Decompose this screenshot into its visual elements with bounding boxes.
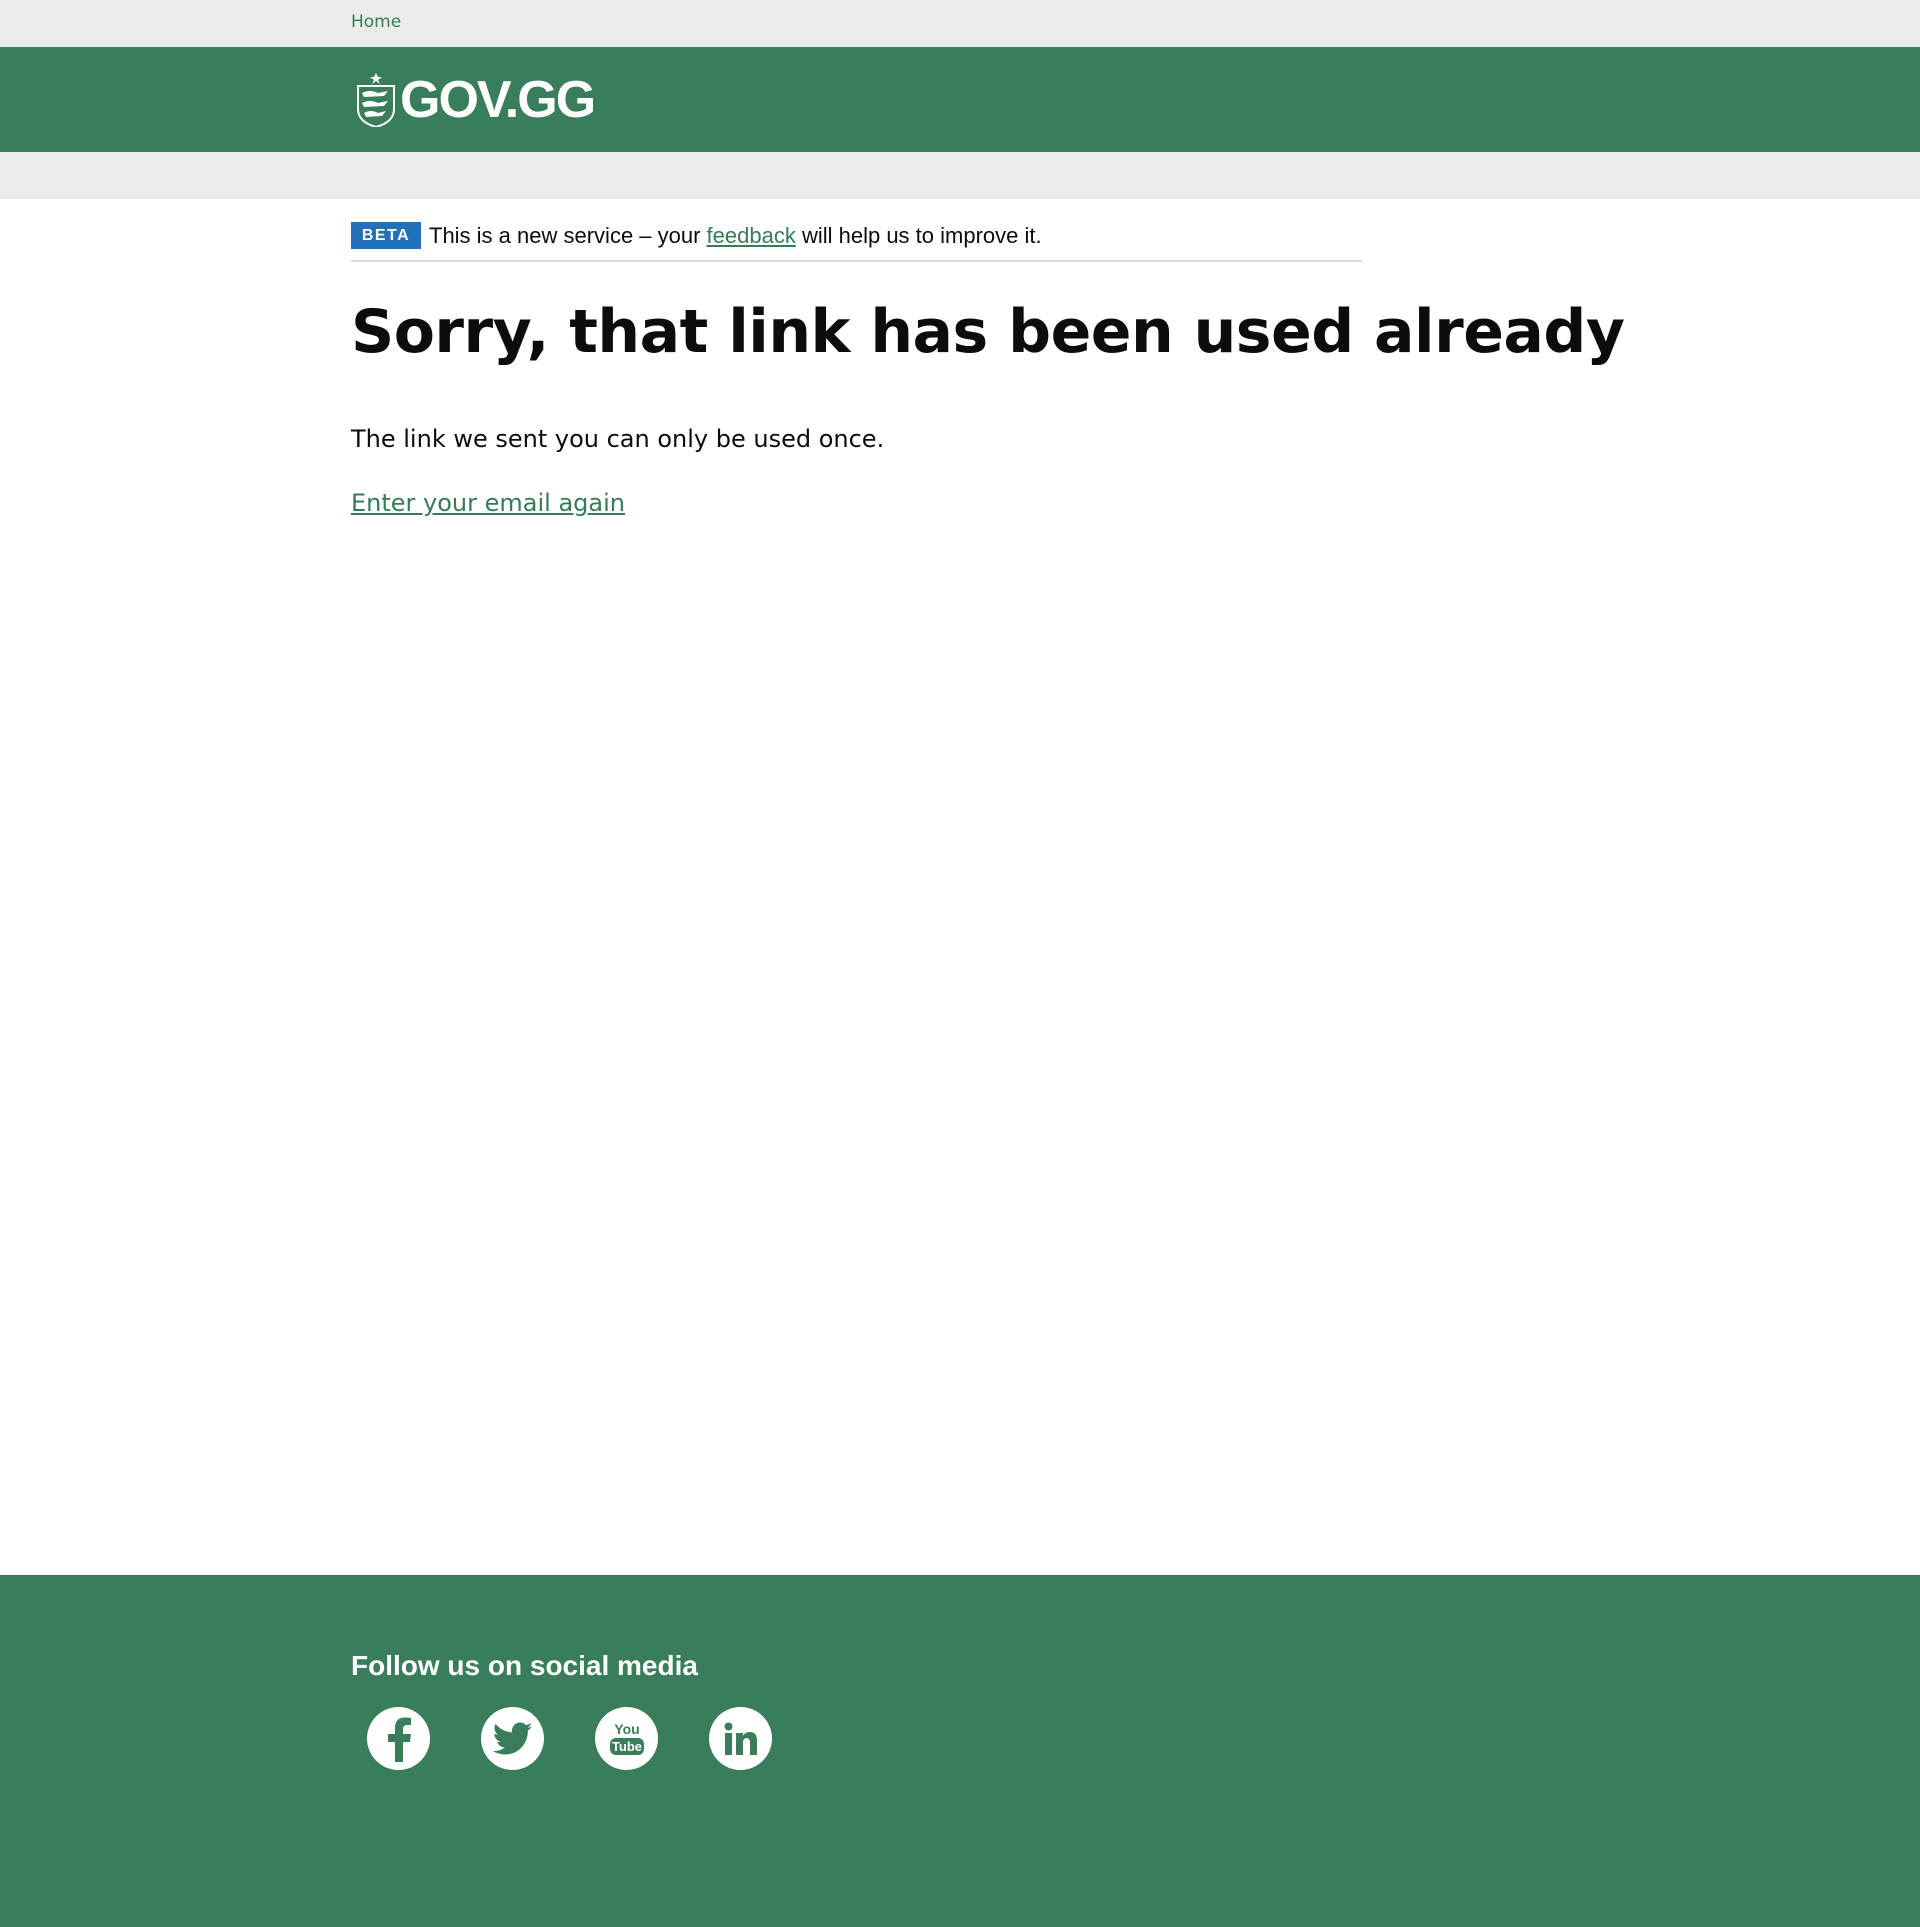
home-link[interactable]: Home: [351, 12, 401, 32]
beta-text-after: will help us to improve it.: [795, 223, 1042, 248]
facebook-link[interactable]: [367, 1707, 430, 1770]
beta-message: This is a new service – your feedback wi…: [429, 222, 1042, 249]
youtube-you-text: You: [614, 1721, 639, 1737]
guernsey-crest-icon: [357, 73, 395, 127]
linkedin-link[interactable]: [709, 1707, 772, 1770]
beta-tag: BETA: [351, 222, 421, 249]
sub-header-bar: [0, 152, 1920, 199]
feedback-link[interactable]: feedback: [707, 223, 796, 248]
site-header: GOV.GG: [0, 47, 1920, 152]
site-footer: Follow us on social media You Tube: [0, 1575, 1920, 1927]
youtube-icon: You Tube: [609, 1721, 644, 1755]
youtube-link[interactable]: You Tube: [595, 1707, 658, 1770]
social-heading: Follow us on social media: [351, 1650, 698, 1681]
linkedin-icon: [724, 1722, 757, 1755]
beta-text-before: This is a new service – your: [429, 223, 707, 248]
top-breadcrumb-bar: Home: [0, 0, 1920, 47]
twitter-icon: [492, 1722, 532, 1754]
info-message: The link we sent you can only be used on…: [351, 425, 885, 453]
twitter-link[interactable]: [481, 1707, 544, 1770]
page-title: Sorry, that link has been used already: [351, 297, 1625, 367]
gov-gg-logo[interactable]: GOV.GG: [356, 71, 596, 129]
logo-text: GOV.GG: [400, 71, 596, 129]
enter-email-again-link[interactable]: Enter your email again: [351, 487, 625, 519]
youtube-tube-text: Tube: [611, 1739, 641, 1754]
beta-banner: BETA This is a new service – your feedba…: [351, 222, 1362, 262]
facebook-icon: [387, 1717, 411, 1762]
